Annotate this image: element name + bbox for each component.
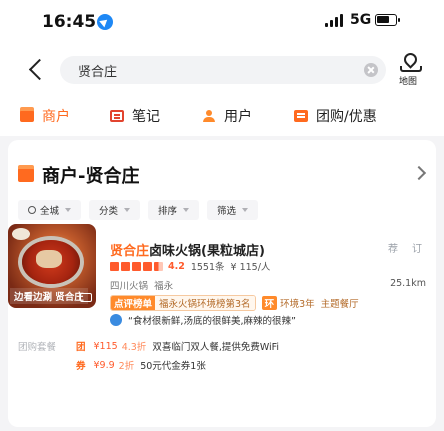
filter-screen[interactable]: 筛选 bbox=[207, 200, 259, 220]
network-label: 5G bbox=[350, 12, 372, 28]
tab-label: 用户 bbox=[224, 109, 252, 125]
reserve-badge[interactable]: 订 bbox=[412, 240, 422, 255]
deal-icon bbox=[294, 110, 308, 122]
battery-icon bbox=[375, 14, 400, 26]
star-icon bbox=[121, 261, 130, 271]
shop-name-highlight: 贤合庄 bbox=[110, 244, 150, 259]
shop-results-card: 商户-贤合庄 全城 分类 排序 筛选 边看边涮 贤合庄 贤合庄卤味火锅(果粒城店… bbox=[8, 140, 436, 427]
shop-icon bbox=[20, 107, 34, 122]
rank-badge: 点评榜单 bbox=[111, 296, 156, 310]
filter-label: 分类 bbox=[99, 206, 119, 217]
cuisine: 四川火锅 bbox=[110, 281, 149, 292]
shop-icon bbox=[18, 165, 34, 182]
distance: 25.1km bbox=[390, 278, 426, 289]
quote-icon bbox=[110, 314, 122, 326]
group-buy-icon: 团 bbox=[76, 342, 86, 353]
food-shape bbox=[36, 250, 62, 268]
user-icon bbox=[202, 110, 216, 122]
section-header[interactable]: 商户-贤合庄 bbox=[18, 164, 140, 187]
grade-text: 环境3年 bbox=[280, 299, 315, 310]
tab-label: 笔记 bbox=[132, 109, 160, 125]
caret-down-icon bbox=[65, 208, 72, 212]
deal-price: ¥115 bbox=[93, 340, 118, 352]
status-bar: 16:45 5G bbox=[0, 0, 444, 40]
photo-caption: 边看边涮 贤合庄 bbox=[10, 288, 88, 304]
clear-icon[interactable] bbox=[364, 63, 378, 77]
deal-discount: 4.3折 bbox=[121, 342, 147, 353]
region: 福永 bbox=[154, 281, 174, 292]
signal-icon bbox=[325, 14, 345, 27]
star-icon bbox=[132, 261, 141, 271]
feature-tag: 主题餐厅 bbox=[320, 299, 359, 310]
deal-row[interactable]: 券 ¥9.9 2折 50元代金券1张 bbox=[18, 358, 206, 373]
filter-area[interactable]: 全城 bbox=[18, 200, 82, 220]
caret-down-icon bbox=[183, 208, 190, 212]
deal-desc: 50元代金券1张 bbox=[140, 361, 206, 372]
shop-photo[interactable]: 边看边涮 贤合庄 bbox=[8, 224, 96, 308]
search-query[interactable]: 贤合庄 bbox=[78, 61, 117, 80]
category-tabs: 商户 笔记 用户 团购/优惠 bbox=[0, 104, 444, 128]
tag-row: 点评榜单 福永火锅环境榜第3名 环 环境3年 主题餐厅 bbox=[110, 295, 359, 311]
star-half-icon bbox=[154, 261, 163, 271]
filter-label: 排序 bbox=[158, 206, 178, 217]
search-input[interactable]: 贤合庄 bbox=[60, 56, 386, 84]
filter-bar: 全城 分类 排序 筛选 bbox=[18, 200, 259, 222]
grade-tag: 环 环境3年 bbox=[261, 296, 315, 310]
tab-deals[interactable]: 团购/优惠 bbox=[294, 104, 377, 128]
filter-label: 筛选 bbox=[217, 206, 237, 217]
map-base-icon bbox=[400, 66, 422, 72]
shop-actions: 荐 订 bbox=[388, 240, 422, 255]
image-badge-icon bbox=[80, 293, 92, 302]
rating-score: 4.2 bbox=[168, 260, 185, 272]
status-time: 16:45 bbox=[42, 12, 97, 32]
caret-down-icon bbox=[124, 208, 131, 212]
rating-stars bbox=[110, 261, 163, 271]
shop-name-rest: 卤味火锅(果粒城店) bbox=[149, 244, 265, 259]
deal-category: 团购套餐 bbox=[18, 342, 57, 353]
rating-row: 4.2 1551条 ¥ 115/人 bbox=[110, 259, 270, 273]
tab-notes[interactable]: 笔记 bbox=[110, 104, 160, 128]
location-icon bbox=[28, 206, 36, 214]
back-button[interactable] bbox=[26, 56, 48, 84]
deal-discount: 2折 bbox=[118, 361, 135, 372]
tab-label: 商户 bbox=[42, 109, 70, 125]
avg-price: ¥ 115/人 bbox=[230, 262, 271, 273]
quote-text: “食材很新鲜,汤底的很鲜美,麻辣的很辣” bbox=[128, 316, 296, 327]
location-arrow-icon bbox=[97, 14, 113, 30]
rank-tag[interactable]: 点评榜单 福永火锅环境榜第3名 bbox=[110, 295, 256, 311]
tab-shops[interactable]: 商户 bbox=[20, 104, 70, 128]
grade-badge: 环 bbox=[261, 296, 278, 310]
deal-row[interactable]: 团购套餐 团 ¥115 4.3折 双喜临门双人餐,提供免费WiFi bbox=[18, 339, 280, 354]
review-quote: “食材很新鲜,汤底的很鲜美,麻辣的很辣” bbox=[110, 313, 296, 327]
map-button[interactable]: 地图 bbox=[396, 50, 426, 88]
tab-users[interactable]: 用户 bbox=[202, 104, 252, 128]
tab-label: 团购/优惠 bbox=[316, 109, 377, 125]
filter-category[interactable]: 分类 bbox=[89, 200, 141, 220]
coupon-icon: 券 bbox=[76, 361, 86, 372]
top-panel: 16:45 5G 贤合庄 地图 商户 笔记 用户 团购/优惠 bbox=[0, 0, 444, 136]
bowl-shape bbox=[12, 228, 30, 240]
filter-sort[interactable]: 排序 bbox=[148, 200, 200, 220]
star-icon bbox=[110, 261, 119, 271]
filter-label: 全城 bbox=[40, 206, 60, 217]
section-title: 商户-贤合庄 bbox=[42, 166, 140, 187]
review-count: 1551条 bbox=[190, 262, 225, 273]
meta-row: 四川火锅 福永 25.1km bbox=[110, 278, 426, 292]
rank-text: 福永火锅环境榜第3名 bbox=[155, 296, 255, 310]
caret-down-icon bbox=[242, 208, 249, 212]
shop-name[interactable]: 贤合庄卤味火锅(果粒城店) bbox=[110, 240, 265, 259]
recommend-badge[interactable]: 荐 bbox=[388, 240, 398, 255]
map-label: 地图 bbox=[399, 77, 418, 87]
chevron-right-icon[interactable] bbox=[411, 165, 427, 181]
note-icon bbox=[110, 110, 124, 122]
deal-price: ¥9.9 bbox=[93, 359, 115, 371]
star-icon bbox=[143, 261, 152, 271]
deal-desc: 双喜临门双人餐,提供免费WiFi bbox=[152, 342, 280, 353]
